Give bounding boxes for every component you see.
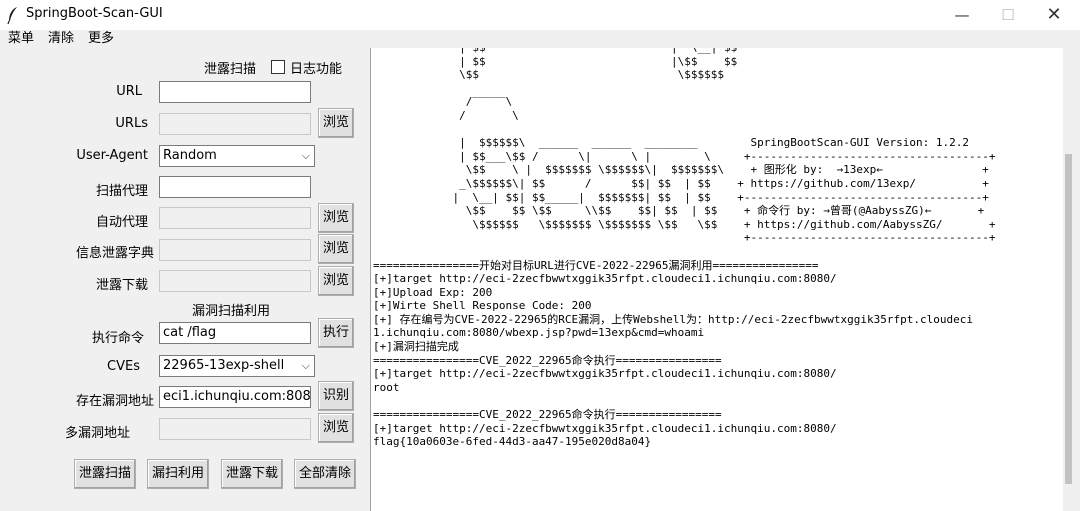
console-line: 1.ichunqiu.com:8080/wbexp.jsp?pwd=13exp&… — [373, 326, 705, 340]
console-line: ================CVE_2022_22965命令执行======… — [373, 408, 722, 422]
console-line: root — [373, 380, 400, 394]
section-leak-title: 泄露扫描 — [204, 62, 257, 77]
cves-value: 22965-13exp-shell — [163, 358, 285, 373]
exec-cmd-label: 执行命令 — [91, 331, 144, 346]
urls-browse-button[interactable]: 浏览 — [318, 108, 354, 138]
exec-button[interactable]: 执行 — [318, 318, 354, 348]
console-line: [+]target http://eci-2zecfbwwtxggik35rfp… — [373, 367, 837, 381]
console-line: | $$ | \__| $$ — [373, 48, 737, 54]
console-line: ================开始对目标URL进行CVE-2022-22965… — [373, 258, 819, 272]
scan-proxy-label: 扫描代理 — [95, 184, 148, 199]
console-line: [+]target http://eci-2zecfbwwtxggik35rfp… — [373, 272, 837, 286]
user-agent-label: User-Agent — [76, 148, 148, 163]
console-line: [+]target http://eci-2zecfbwwtxggik35rfp… — [373, 421, 837, 435]
console-line: ================CVE_2022_22965命令执行======… — [373, 353, 722, 367]
feather-icon — [7, 7, 17, 24]
chevron-down-icon: ⌵ — [301, 359, 310, 372]
leak-download-input[interactable] — [159, 270, 311, 292]
leak-download-label: 泄露下载 — [95, 278, 148, 293]
console-line: [+]Upload Exp: 200 — [373, 285, 493, 299]
menu-item-menu[interactable]: 菜单 — [8, 30, 34, 47]
url-label: URL — [116, 84, 142, 99]
menu-item-clear[interactable]: 清除 — [48, 30, 74, 47]
cves-label: CVEs — [107, 359, 140, 374]
vuln-addr-label: 存在漏洞地址 — [75, 394, 154, 409]
console-line: [+] 存在编号为CVE-2022-22965的RCE漏洞，上传Webshell… — [373, 312, 973, 326]
console-line: _\$$$$$$\| $$ / $$| $$ | $$ + https://gi… — [373, 176, 989, 190]
console-line: | \__| $$| $$_____| $$$$$$$| $$ | $$ +--… — [373, 190, 989, 204]
auto-proxy-label: 自动代理 — [95, 215, 148, 230]
console-line: | $$___\$$ / \| \ | \ +-----------------… — [373, 149, 996, 163]
cves-select[interactable]: 22965-13exp-shell ⌵ — [159, 355, 315, 377]
vuln-addr-input[interactable]: eci1.ichunqiu.com:8080/ — [159, 386, 311, 408]
multi-addr-input[interactable] — [159, 418, 311, 440]
menu-bar: 菜单 清除 更多 — [0, 30, 1080, 48]
section-vuln-title: 漏洞扫描利用 — [192, 304, 271, 319]
log-checkbox[interactable] — [271, 60, 285, 74]
window-title: SpringBoot-Scan-GUI — [26, 6, 163, 21]
console-line: +------------------------------------+ — [373, 231, 996, 245]
maximize-button[interactable]: ☐ — [985, 0, 1031, 30]
console-line: \$$ \$$$$$$ — [373, 68, 724, 82]
menu-item-more[interactable]: 更多 — [88, 30, 114, 47]
leak-download-button[interactable]: 泄露下载 — [221, 459, 283, 489]
chevron-down-icon: ⌵ — [301, 149, 310, 162]
console-line: / \ — [373, 108, 519, 122]
multi-addr-label: 多漏洞地址 — [64, 426, 130, 441]
minimize-button[interactable]: — — [939, 0, 985, 30]
title-bar: SpringBoot-Scan-GUI — ☐ ✕ — [0, 0, 1080, 30]
console-scrollbar[interactable] — [1063, 48, 1074, 511]
close-button[interactable]: ✕ — [1031, 0, 1077, 30]
console-line: [+]漏洞扫描完成 — [373, 340, 459, 354]
auto-proxy-input[interactable] — [159, 207, 311, 229]
leak-dict-label: 信息泄露字典 — [75, 246, 154, 261]
console-line: \$$$$$$ \$$$$$$$ \$$$$$$$ \$$ \$$ + http… — [373, 217, 996, 231]
identify-button[interactable]: 识别 — [318, 381, 354, 411]
clear-all-button[interactable]: 全部清除 — [294, 459, 356, 489]
log-checkbox-label: 日志功能 — [290, 62, 343, 77]
console-line: /‾‾‾‾‾\ — [373, 95, 513, 109]
console-line: \$$ \ | $$$$$$$ \$$$$$$\| $$$$$$$\ + 图形化… — [373, 163, 989, 177]
console-text: | $$ | \__| $$ | $$ |\$$ $$ \$$ \$$$$$$ … — [373, 48, 996, 449]
console-line: | $$$$$$\ ______ ______ ________ SpringB… — [373, 136, 970, 150]
console-line: \$$ $$ \$$ \\$$ $$| $$ | $$ + 命令行 by: →曾… — [373, 204, 985, 218]
leak-dict-browse-button[interactable]: 浏览 — [318, 234, 354, 264]
user-agent-select[interactable]: Random ⌵ — [159, 145, 315, 167]
window-edge — [1074, 48, 1080, 511]
leak-scan-button[interactable]: 泄露扫描 — [74, 459, 136, 489]
multi-addr-browse-button[interactable]: 浏览 — [318, 413, 354, 443]
leak-download-browse-button[interactable]: 浏览 — [318, 266, 354, 296]
console-line: | $$ |\$$ $$ — [373, 54, 738, 68]
urls-input[interactable] — [159, 113, 311, 135]
url-input[interactable] — [159, 81, 311, 103]
console-line: [+]Wirte Shell Response Code: 200 — [373, 299, 592, 313]
user-agent-value: Random — [163, 148, 217, 163]
console-line: flag{10a0603e-6fed-44d3-aa47-195e020d8a0… — [373, 435, 652, 449]
auto-proxy-browse-button[interactable]: 浏览 — [318, 203, 354, 233]
urls-label: URLs — [115, 116, 148, 131]
scan-proxy-input[interactable] — [159, 176, 311, 198]
scrollbar-thumb[interactable] — [1065, 154, 1072, 484]
exec-cmd-input[interactable]: cat /flag — [159, 322, 311, 344]
leak-dict-input[interactable] — [159, 239, 311, 261]
vuln-exploit-button[interactable]: 漏扫利用 — [147, 459, 209, 489]
output-console[interactable]: | $$ | \__| $$ | $$ |\$$ $$ \$$ \$$$$$$ … — [370, 48, 1075, 511]
